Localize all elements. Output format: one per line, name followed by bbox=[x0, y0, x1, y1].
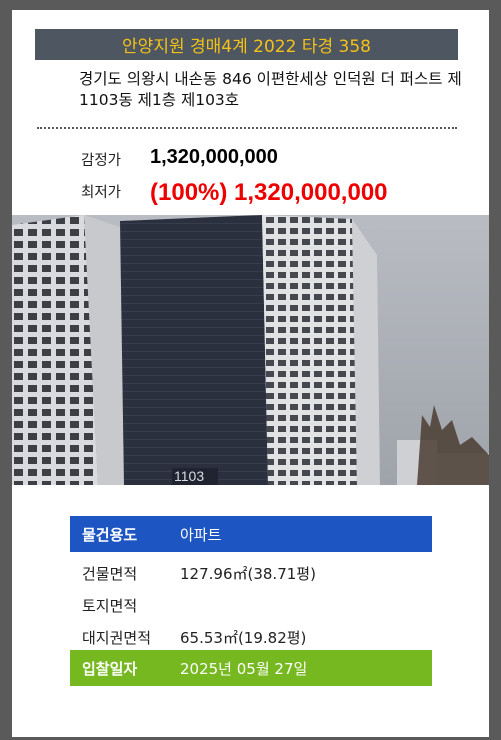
land-right-label: 대지권면적 bbox=[82, 628, 152, 647]
usage-value: 아파트 bbox=[180, 525, 222, 544]
land-area-label: 토지면적 bbox=[82, 596, 138, 615]
appraisal-label: 감정가 bbox=[81, 153, 122, 169]
building-number-sign: 1103 bbox=[174, 468, 204, 484]
court-case-header: 안양지원 경매4계 2022 타경 358 bbox=[35, 29, 458, 60]
dotted-divider bbox=[37, 127, 457, 129]
land-area-row: 토지면적 bbox=[70, 587, 432, 623]
property-address: 경기도 의왕시 내손동 846 이편한세상 인덕원 더 퍼스트 제1103동 제… bbox=[79, 70, 462, 109]
building-area-row: 건물면적 127.96㎡(38.71평) bbox=[70, 555, 432, 591]
appraisal-value: 1,320,000,000 bbox=[150, 146, 278, 168]
property-photo: 1103 bbox=[12, 215, 489, 485]
apartment-building-image: 1103 bbox=[12, 215, 489, 485]
bid-date-value: 2025년 05월 27일 bbox=[180, 659, 308, 678]
building-area-value: 127.96㎡(38.71평) bbox=[180, 564, 316, 583]
land-right-value: 65.53㎡(19.82평) bbox=[180, 628, 307, 647]
minimum-price-value: (100%) 1,320,000,000 bbox=[150, 179, 388, 206]
bid-date-label: 입찰일자 bbox=[82, 659, 138, 678]
court-case-title: 안양지원 경매4계 2022 타경 358 bbox=[122, 37, 371, 57]
usage-row: 물건용도 아파트 bbox=[70, 516, 432, 552]
usage-label: 물건용도 bbox=[82, 525, 138, 544]
building-area-label: 건물면적 bbox=[82, 564, 138, 583]
bid-date-row: 입찰일자 2025년 05월 27일 bbox=[70, 650, 432, 686]
auction-card: 안양지원 경매4계 2022 타경 358 경기도 의왕시 내손동 846 이편… bbox=[12, 10, 489, 737]
minimum-price-label: 최저가 bbox=[81, 185, 122, 201]
